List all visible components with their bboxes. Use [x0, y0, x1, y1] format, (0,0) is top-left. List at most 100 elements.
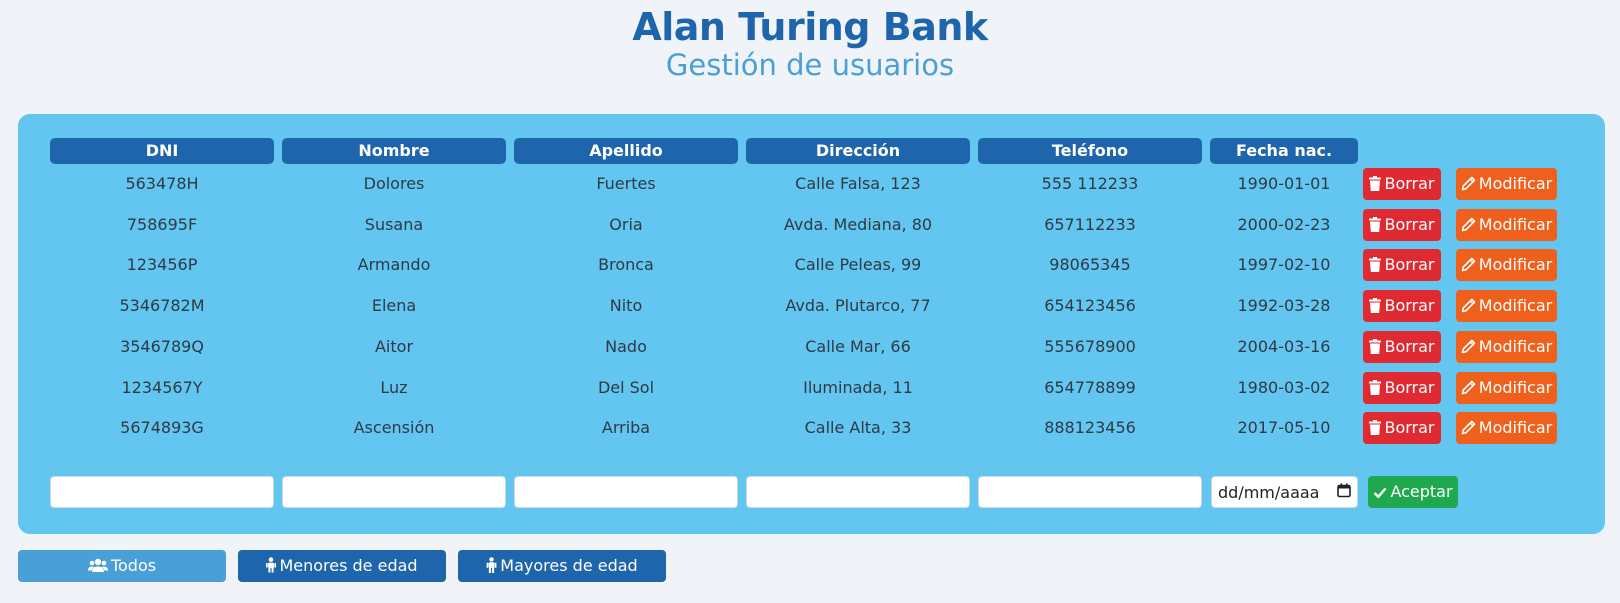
cell-telefono: 654778899 [1044, 377, 1136, 397]
delete-button[interactable]: Borrar [1363, 208, 1441, 241]
cell-fecha: 1992-03-28 [1237, 296, 1331, 316]
fecha-input[interactable]: dd/mm/aaaa [1211, 476, 1358, 508]
cell-direccion: Calle Peleas, 99 [794, 255, 922, 275]
modify-button[interactable]: Modificar [1456, 290, 1557, 323]
date-placeholder: dd/mm/aaaa [1218, 482, 1320, 502]
trash-icon [1369, 257, 1382, 273]
modify-label: Modificar [1478, 296, 1553, 316]
cell-direccion: Calle Alta, 33 [804, 418, 912, 438]
page-subtitle: Gestión de usuarios [665, 48, 955, 82]
delete-button[interactable]: Borrar [1363, 249, 1441, 282]
trash-icon [1369, 216, 1382, 232]
cell-apellido: Arriba [601, 418, 651, 438]
pencil-icon [1461, 420, 1476, 435]
cell-apellido: Del Sol [597, 377, 655, 397]
delete-label: Borrar [1384, 377, 1435, 397]
delete-label: Borrar [1384, 255, 1435, 275]
modify-label: Modificar [1478, 174, 1553, 193]
users-panel: DNI Nombre Apellido Dirección Teléfono F… [18, 114, 1605, 534]
cell-nombre: Elena [371, 296, 417, 316]
cell-nombre: Dolores [363, 174, 425, 193]
trash-icon [1369, 379, 1382, 395]
cell-nombre: Armando [357, 255, 431, 275]
cell-dni: 1234567Y [121, 377, 203, 397]
pencil-icon [1461, 258, 1476, 272]
filter-label: Mayores de edad [500, 556, 638, 575]
pencil-icon [1461, 339, 1476, 354]
dni-input[interactable] [50, 476, 274, 508]
cell-fecha: 1980-03-02 [1237, 377, 1331, 397]
cell-telefono: 654123456 [1044, 296, 1136, 316]
column-header-fecha: Fecha nac. [1210, 138, 1358, 164]
cell-nombre: Aitor [374, 336, 414, 356]
filter-mayores-button[interactable]: Mayores de edad [458, 550, 666, 582]
delete-label: Borrar [1384, 174, 1435, 193]
delete-button[interactable]: Borrar [1363, 371, 1441, 404]
pencil-icon [1461, 217, 1476, 231]
cell-telefono: 555678900 [1044, 336, 1136, 356]
delete-label: Borrar [1384, 296, 1435, 316]
cell-telefono: 888123456 [1044, 418, 1136, 438]
delete-button[interactable]: Borrar [1363, 168, 1441, 200]
cell-fecha: 1997-02-10 [1237, 255, 1331, 275]
cell-fecha: 2004-03-16 [1237, 336, 1331, 356]
delete-button[interactable]: Borrar [1363, 330, 1441, 363]
trash-icon [1369, 338, 1382, 354]
modify-button[interactable]: Modificar [1456, 371, 1557, 404]
users-icon [87, 558, 108, 572]
calendar-icon[interactable] [1337, 483, 1351, 502]
filter-todos-button[interactable]: Todos [18, 550, 226, 582]
pencil-icon [1461, 298, 1476, 313]
cell-direccion: Iluminada, 11 [803, 377, 913, 397]
cell-apellido: Nito [609, 296, 643, 316]
cell-fecha: 2017-05-10 [1237, 418, 1331, 438]
cell-dni: 5346782M [119, 296, 205, 316]
cell-direccion: Avda. Plutarco, 77 [785, 296, 931, 316]
cell-fecha: 2000-02-23 [1237, 214, 1331, 234]
trash-icon [1369, 176, 1382, 191]
column-header-direccion: Dirección [746, 138, 970, 164]
filter-menores-button[interactable]: Menores de edad [238, 550, 446, 582]
trash-icon [1369, 420, 1382, 436]
modify-button[interactable]: Modificar [1456, 249, 1557, 282]
person-icon [486, 557, 497, 573]
pencil-icon [1461, 380, 1476, 394]
cell-nombre: Ascensión [353, 418, 435, 438]
apellido-input[interactable] [514, 476, 738, 508]
page-title: Alan Turing Bank [632, 5, 988, 49]
check-icon [1374, 487, 1387, 499]
modify-button[interactable]: Modificar [1456, 330, 1557, 363]
cell-direccion: Avda. Mediana, 80 [783, 214, 933, 234]
direccion-input[interactable] [746, 476, 970, 508]
column-header-dni: DNI [50, 138, 274, 164]
delete-button[interactable]: Borrar [1363, 290, 1441, 323]
modify-label: Modificar [1478, 255, 1553, 275]
accept-button[interactable]: Aceptar [1368, 476, 1458, 508]
cell-dni: 5674893G [120, 418, 204, 438]
modify-button[interactable]: Modificar [1456, 168, 1557, 200]
column-header-telefono: Teléfono [978, 138, 1202, 164]
cell-fecha: 1990-01-01 [1237, 174, 1331, 193]
page-header: Alan Turing Bank Gestión de usuarios [0, 0, 1620, 82]
filter-label: Menores de edad [279, 556, 418, 575]
cell-apellido: Nado [605, 336, 647, 356]
pencil-icon [1461, 176, 1476, 191]
cell-direccion: Calle Mar, 66 [805, 336, 911, 356]
cell-direccion: Calle Falsa, 123 [795, 174, 921, 193]
modify-button[interactable]: Modificar [1456, 208, 1557, 241]
modify-label: Modificar [1478, 418, 1553, 438]
column-header-apellido: Apellido [514, 138, 738, 164]
cell-apellido: Oria [609, 214, 643, 234]
cell-telefono: 98065345 [1049, 255, 1131, 275]
nombre-input[interactable] [282, 476, 506, 508]
cell-telefono: 657112233 [1044, 214, 1136, 234]
telefono-input[interactable] [978, 476, 1202, 508]
delete-button[interactable]: Borrar [1363, 412, 1441, 445]
modify-label: Modificar [1478, 214, 1553, 234]
cell-nombre: Susana [364, 214, 424, 234]
cell-apellido: Fuertes [596, 174, 656, 193]
cell-dni: 3546789Q [120, 336, 204, 356]
cell-dni: 123456P [126, 255, 198, 275]
modify-button[interactable]: Modificar [1456, 412, 1557, 445]
accept-label: Aceptar [1390, 482, 1453, 501]
